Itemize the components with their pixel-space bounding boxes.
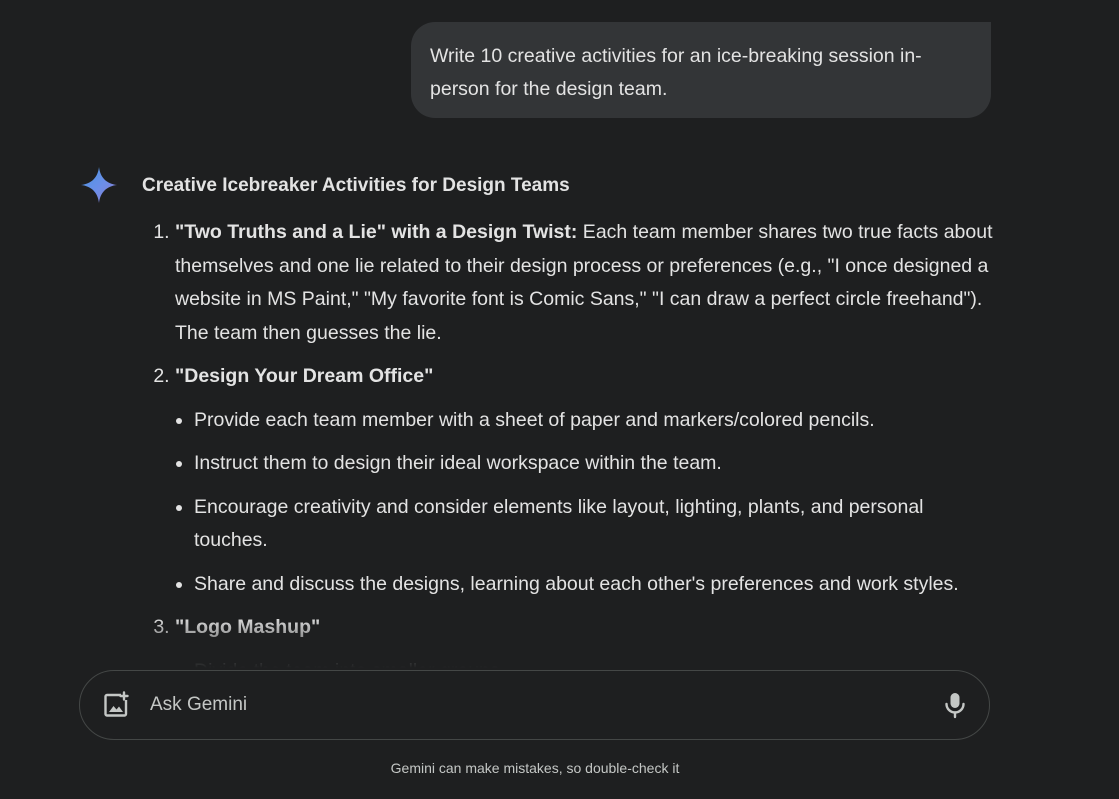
list-item: "Two Truths and a Lie" with a Design Twi…	[175, 216, 1002, 350]
bullet-item: Provide each team member with a sheet of…	[194, 404, 1002, 438]
response-title: Creative Icebreaker Activities for Desig…	[142, 175, 570, 196]
activity-heading: "Design Your Dream Office"	[175, 365, 434, 387]
activity-heading: "Two Truths and a Lie" with a Design Twi…	[175, 221, 578, 243]
ask-gemini-input[interactable]	[150, 689, 910, 721]
bullet-item: Share and discuss the designs, learning …	[194, 568, 1002, 602]
list-item: "Design Your Dream Office" Provide each …	[175, 360, 1002, 601]
user-message-bubble: Write 10 creative activities for an ice-…	[411, 22, 991, 118]
list-item: "Logo Mashup" Divide the team into small…	[175, 611, 1002, 668]
bullet-item: Instruct them to design their ideal work…	[194, 447, 1002, 481]
bullet-item: Divide the team into smaller groups.	[194, 655, 1002, 669]
add-photo-icon[interactable]	[102, 691, 130, 719]
response-content: "Two Truths and a Lie" with a Design Twi…	[142, 216, 1002, 668]
microphone-icon[interactable]	[940, 690, 970, 720]
prompt-input-bar	[79, 670, 990, 740]
bullet-item: Encourage creativity and consider elemen…	[194, 491, 1002, 558]
user-message-text: Write 10 creative activities for an ice-…	[430, 45, 922, 100]
gemini-sparkle-icon	[81, 167, 117, 203]
activity-steps: Divide the team into smaller groups.	[175, 655, 1002, 669]
activity-steps: Provide each team member with a sheet of…	[175, 404, 1002, 602]
activity-heading: "Logo Mashup"	[175, 616, 321, 638]
chat-page: Write 10 creative activities for an ice-…	[0, 0, 1119, 799]
activity-list: "Two Truths and a Lie" with a Design Twi…	[142, 216, 1002, 668]
disclaimer-text: Gemini can make mistakes, so double-chec…	[390, 760, 680, 776]
